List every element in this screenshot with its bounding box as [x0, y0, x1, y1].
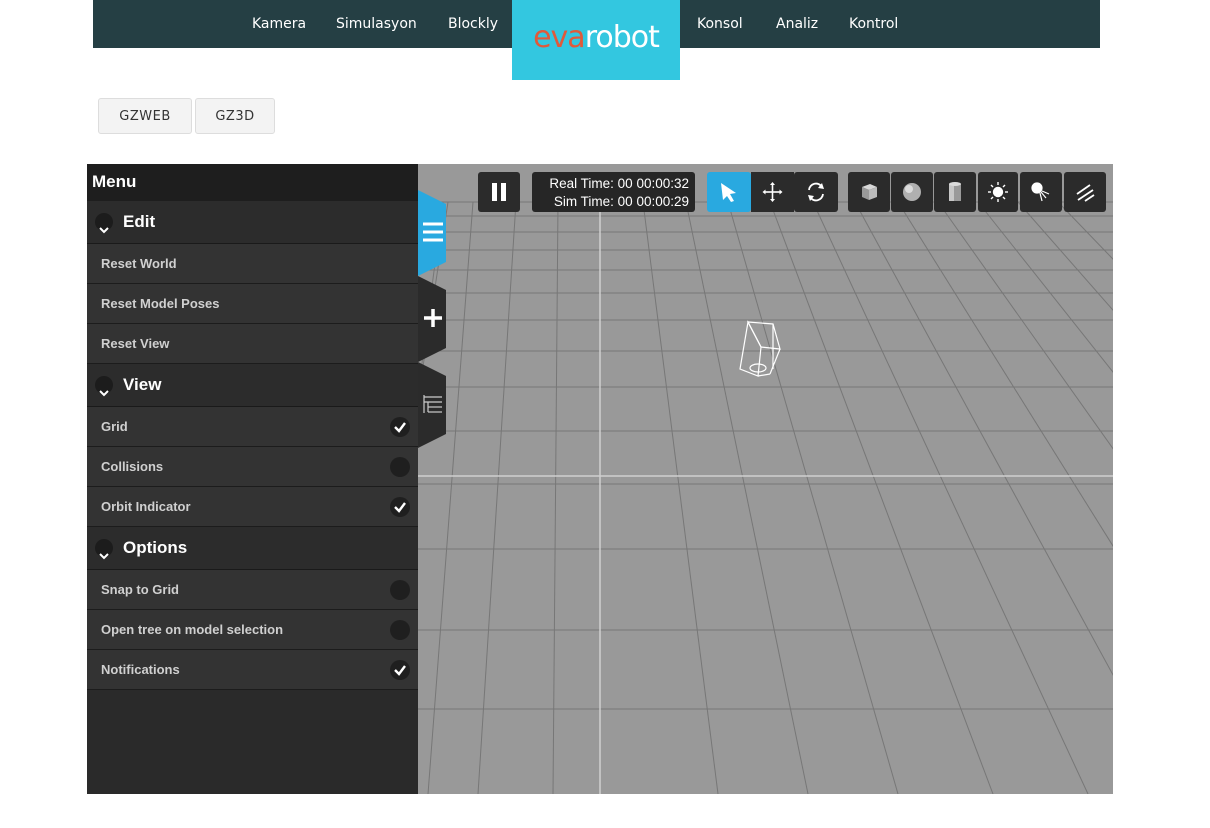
logo-text-robot: robot [584, 20, 660, 55]
menu-tab[interactable] [418, 190, 446, 276]
nav-link-analiz[interactable]: Analiz [776, 0, 818, 48]
select-tool-button[interactable] [707, 172, 751, 212]
chevron-down-icon [95, 213, 113, 234]
evarobot-logo[interactable]: evarobot [512, 0, 680, 80]
logo-text: evarobot [512, 18, 680, 58]
rotate-tool-button[interactable] [794, 172, 838, 212]
nav-link-simulasyon[interactable]: Simulasyon [336, 0, 417, 48]
translate-icon [762, 182, 783, 202]
nav-link-konsol[interactable]: Konsol [697, 0, 743, 48]
gzweb-button[interactable]: GZWEB [98, 98, 192, 134]
menu-item-open-tree[interactable]: Open tree on model selection [87, 610, 418, 650]
section-edit-label: Edit [123, 212, 156, 231]
time-display: Real Time: 00 00:00:32 Sim Time: 00 00:0… [532, 172, 695, 212]
spot-light-button[interactable] [1020, 172, 1062, 212]
pause-icon [492, 183, 506, 201]
chevron-down-icon [95, 376, 113, 397]
spot-light-icon [1031, 182, 1050, 202]
orbit-indicator-toggle[interactable] [390, 497, 410, 517]
sphere-insert-button[interactable] [891, 172, 933, 212]
cylinder-insert-button[interactable] [934, 172, 976, 212]
menu-item-label: Reset View [101, 336, 170, 351]
menu-item-reset-world[interactable]: Reset World [87, 244, 418, 284]
menu-item-orbit-indicator[interactable]: Orbit Indicator [87, 487, 418, 527]
menu-item-grid[interactable]: Grid [87, 407, 418, 447]
pause-button[interactable] [478, 172, 520, 212]
sim-time-text: Sim Time: 00 00:00:29 [553, 194, 689, 209]
tree-tab[interactable] [418, 362, 446, 448]
menu-item-label: Collisions [101, 459, 164, 474]
section-options-label: Options [123, 538, 188, 557]
open-tree-toggle[interactable] [390, 620, 410, 640]
menu-item-snap-to-grid[interactable]: Snap to Grid [87, 570, 418, 610]
cylinder-icon [949, 182, 961, 201]
nav-link-kontrol[interactable]: Kontrol [849, 0, 898, 48]
menu-item-label: Notifications [101, 662, 180, 677]
point-light-button[interactable] [978, 172, 1018, 212]
gz3d-viewport: Menu Edit Reset World Reset Model Poses … [87, 164, 1113, 794]
select-arrow-icon [721, 183, 736, 202]
menu-item-reset-model-poses[interactable]: Reset Model Poses [87, 284, 418, 324]
menu-panel: Menu Edit Reset World Reset Model Poses … [87, 164, 418, 794]
grid-toggle[interactable] [390, 417, 410, 437]
insert-tab[interactable] [418, 276, 446, 362]
directional-light-button[interactable] [1064, 172, 1106, 212]
check-icon [394, 422, 406, 433]
notifications-toggle[interactable] [390, 660, 410, 680]
menu-item-reset-view[interactable]: Reset View [87, 324, 418, 364]
box-icon [862, 184, 877, 200]
menu-item-label: Snap to Grid [101, 582, 179, 597]
robot-model-wireframe [739, 320, 781, 377]
menu-item-label: Orbit Indicator [101, 499, 191, 514]
check-icon [394, 502, 406, 513]
section-edit[interactable]: Edit [87, 201, 418, 244]
sphere-icon [903, 183, 921, 201]
point-light-icon [988, 182, 1008, 202]
section-view-label: View [123, 375, 162, 394]
check-icon [394, 665, 406, 676]
nav-link-blockly[interactable]: Blockly [448, 0, 498, 48]
menu-title: Menu [87, 164, 418, 201]
rotate-icon [808, 182, 824, 202]
gz3d-button[interactable]: GZ3D [195, 98, 275, 134]
menu-item-notifications[interactable]: Notifications [87, 650, 418, 690]
translate-tool-button[interactable] [751, 172, 794, 212]
snap-to-grid-toggle[interactable] [390, 580, 410, 600]
collisions-toggle[interactable] [390, 457, 410, 477]
nav-link-kamera[interactable]: Kamera [252, 0, 306, 48]
directional-light-icon [1076, 184, 1095, 202]
logo-text-eva: eva [533, 20, 586, 55]
menu-item-label: Reset Model Poses [101, 296, 220, 311]
chevron-down-icon [95, 539, 113, 560]
section-options[interactable]: Options [87, 527, 418, 570]
box-insert-button[interactable] [848, 172, 890, 212]
menu-item-label: Reset World [101, 256, 177, 271]
scene-canvas[interactable] [418, 164, 1113, 794]
real-time-text: Real Time: 00 00:00:32 [549, 176, 689, 191]
menu-item-label: Open tree on model selection [101, 622, 284, 637]
section-view[interactable]: View [87, 364, 418, 407]
menu-item-label: Grid [101, 419, 128, 434]
menu-item-collisions[interactable]: Collisions [87, 447, 418, 487]
